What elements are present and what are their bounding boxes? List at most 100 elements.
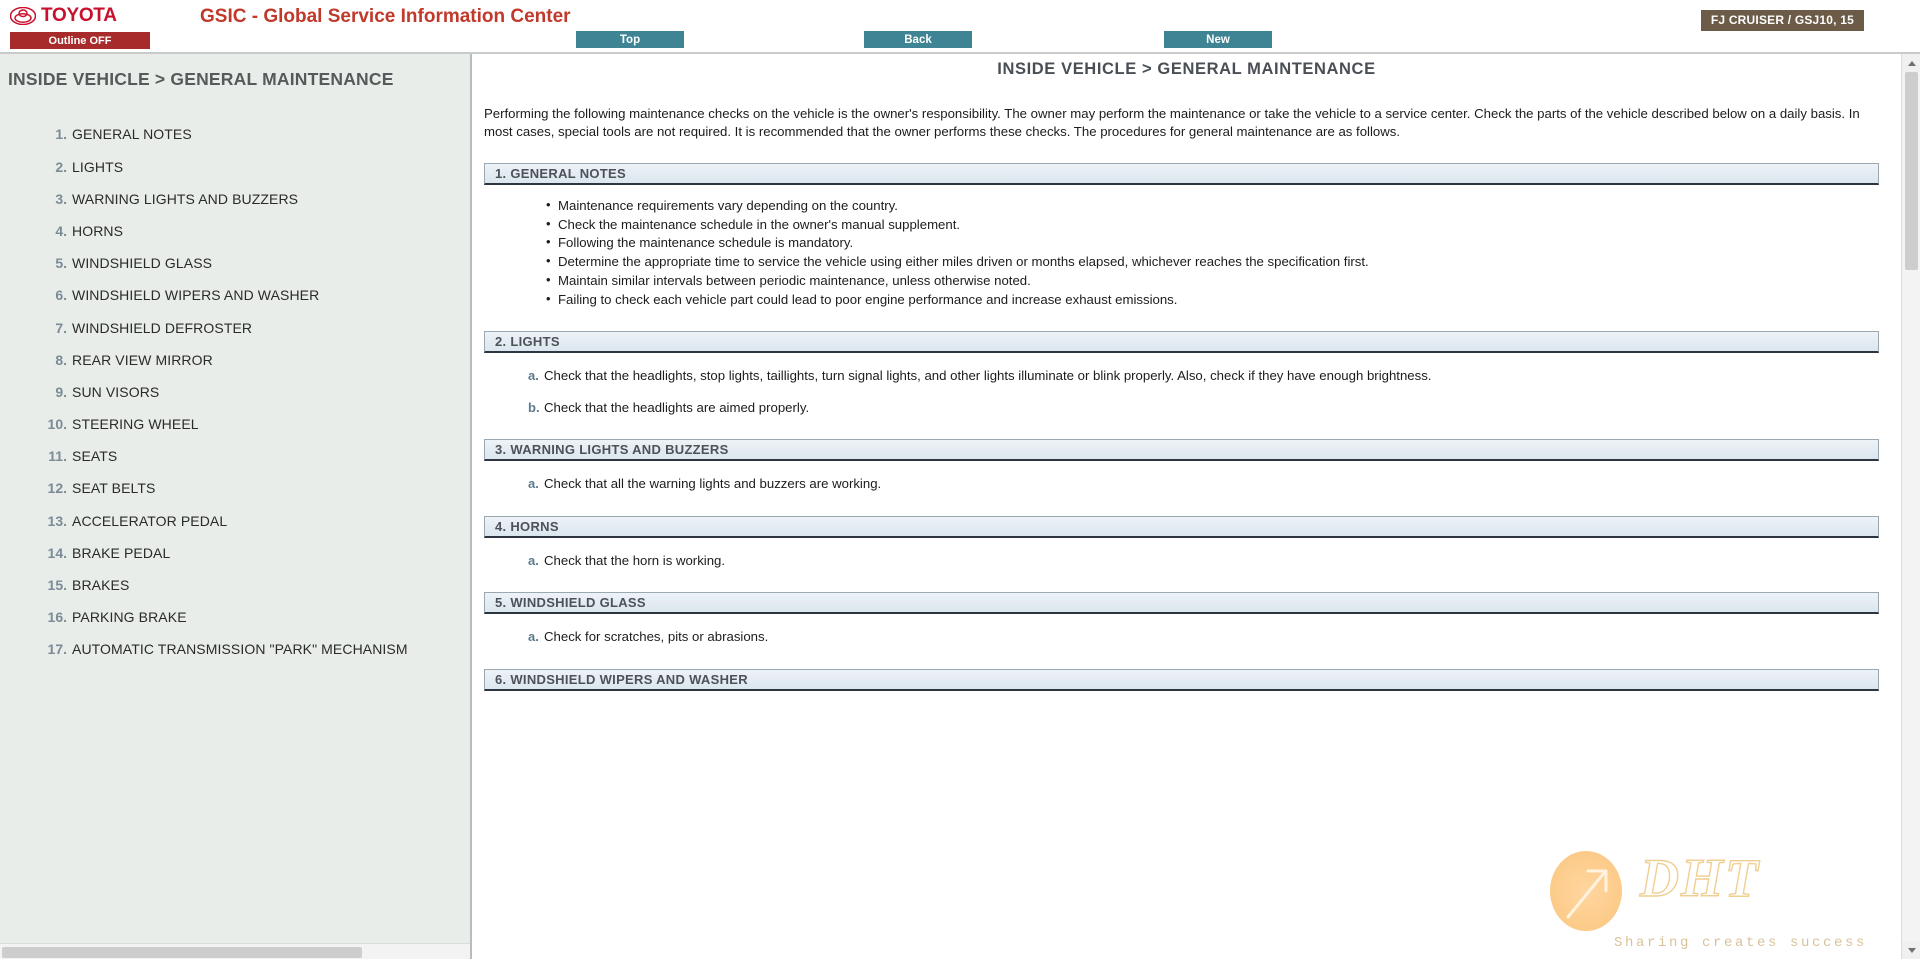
intro-paragraph: Performing the following maintenance che… xyxy=(484,106,1860,139)
lettered-item-marker: b. xyxy=(528,399,540,415)
lettered-item-text: Check that all the warning lights and bu… xyxy=(544,476,882,492)
content-section: 2. LIGHTS a. Check that the headlights, st… xyxy=(472,331,1901,417)
sidebar-item-lights[interactable]: 2. LIGHTS xyxy=(0,159,470,175)
sidebar-item-sun-visors[interactable]: 9. SUN VISORS xyxy=(0,384,470,400)
bullet-item: Maintenance requirements vary depending … xyxy=(546,196,1901,216)
sidebar-item-number: 4. xyxy=(55,222,67,239)
sidebar-item-number: 7. xyxy=(55,319,67,336)
nav-new-button[interactable]: New xyxy=(1164,31,1272,48)
main-body: INSIDE VEHICLE > GENERAL MAINTENANCE 1. G… xyxy=(0,54,1920,959)
bullet-item: Check the maintenance schedule in the ow… xyxy=(546,215,1901,235)
sidebar-item-number: 16. xyxy=(47,609,67,626)
lettered-item: a. Check that all the warning lights and … xyxy=(472,475,1873,493)
sidebar-item-number: 10. xyxy=(47,416,67,433)
lettered-item: b. Check that the headlights are aimed pr… xyxy=(472,399,1873,417)
lettered-item-text: Check that the horn is working. xyxy=(544,552,726,568)
sidebar-item-number: 3. xyxy=(55,190,67,207)
vehicle-model-badge: FJ CRUISER / GSJ10, 15 xyxy=(1700,10,1864,31)
sections-container: 1. GENERAL NOTES Maintenance requirements… xyxy=(472,162,1901,715)
sidebar-item-label: SEAT BELTS xyxy=(72,480,156,497)
sidebar-item-number: 5. xyxy=(55,255,67,272)
sidebar-item-label: WINDSHIELD WIPERS AND WASHER xyxy=(72,287,320,304)
sidebar-item-number: 15. xyxy=(47,577,67,594)
sidebar-item-label: WARNING LIGHTS AND BUZZERS xyxy=(72,190,299,207)
lettered-list: a. Check that all the warning lights and … xyxy=(472,475,1901,493)
lettered-item-marker: a. xyxy=(528,476,539,492)
sidebar-item-parking-brake[interactable]: 16. PARKING BRAKE xyxy=(0,609,470,625)
bullet-item: Maintain similar intervals between perio… xyxy=(546,271,1901,291)
content-section: 6. WINDSHIELD WIPERS AND WASHER xyxy=(472,668,1901,715)
sidebar-item-windshield-defroster[interactable]: 7. WINDSHIELD DEFROSTER xyxy=(0,320,470,336)
content-vscroll-thumb[interactable] xyxy=(1905,72,1918,270)
sidebar-item-label: REAR VIEW MIRROR xyxy=(72,351,213,368)
scroll-down-arrow-icon[interactable] xyxy=(1902,941,1920,959)
nav-back-button[interactable]: Back xyxy=(864,31,972,48)
section-heading: 3. WARNING LIGHTS AND BUZZERS xyxy=(484,439,1879,462)
section-heading: 1. GENERAL NOTES xyxy=(484,162,1879,185)
lettered-item-text: Check that the headlights, stop lights, … xyxy=(544,368,1432,384)
bullet-list: Maintenance requirements vary depending … xyxy=(472,196,1901,310)
sidebar-item-number: 6. xyxy=(55,287,67,304)
app-header: TOYOTA Outline OFF GSIC - Global Service… xyxy=(0,0,1920,54)
scroll-up-arrow-icon[interactable] xyxy=(1902,54,1920,72)
sidebar-item-brake-pedal[interactable]: 14. BRAKE PEDAL xyxy=(0,545,470,561)
section-heading: 6. WINDSHIELD WIPERS AND WASHER xyxy=(484,668,1879,691)
sidebar-hscroll-thumb[interactable] xyxy=(2,947,362,958)
page-title: GSIC - Global Service Information Center xyxy=(200,6,571,27)
sidebar-item-warning-lights-and-buzzers[interactable]: 3. WARNING LIGHTS AND BUZZERS xyxy=(0,191,470,207)
bullet-item: Following the maintenance schedule is ma… xyxy=(546,233,1901,253)
sidebar-item-number: 17. xyxy=(47,641,67,658)
sidebar-item-seat-belts[interactable]: 12. SEAT BELTS xyxy=(0,480,470,496)
sidebar-item-label: ACCELERATOR PEDAL xyxy=(72,512,228,529)
sidebar-item-label: BRAKES xyxy=(72,577,130,594)
sidebar-item-label: AUTOMATIC TRANSMISSION "PARK" MECHANISM xyxy=(72,641,408,658)
content-section: 5. WINDSHIELD GLASS a. Check for scratches… xyxy=(472,592,1901,646)
sidebar-item-number: 9. xyxy=(55,383,67,400)
content-section: 4. HORNS a. Check that the horn is working… xyxy=(472,515,1901,570)
sidebar-item-seats[interactable]: 11. SEATS xyxy=(0,448,470,464)
sidebar-item-label: STEERING WHEEL xyxy=(72,416,199,433)
section-heading: 4. HORNS xyxy=(484,515,1879,538)
section-heading: 5. WINDSHIELD GLASS xyxy=(484,592,1879,615)
sidebar-item-number: 1. xyxy=(55,126,67,143)
bullet-item: Determine the appropriate time to servic… xyxy=(546,252,1901,272)
sidebar-item-automatic-transmission-park-mechanism[interactable]: 17. AUTOMATIC TRANSMISSION "PARK" MECHANI… xyxy=(0,641,470,657)
lettered-list: a. Check for scratches, pits or abrasions… xyxy=(472,628,1901,646)
sidebar-item-label: HORNS xyxy=(72,222,124,239)
toyota-emblem-icon xyxy=(10,7,36,25)
section-heading: 2. LIGHTS xyxy=(484,331,1879,354)
content-section: 1. GENERAL NOTES Maintenance requirements… xyxy=(472,162,1901,310)
sidebar-item-windshield-wipers-and-washer[interactable]: 6. WINDSHIELD WIPERS AND WASHER xyxy=(0,287,470,303)
sidebar-item-horns[interactable]: 4. HORNS xyxy=(0,223,470,239)
sidebar-item-brakes[interactable]: 15. BRAKES xyxy=(0,577,470,593)
sidebar-item-number: 2. xyxy=(55,158,67,175)
sidebar-item-number: 12. xyxy=(47,480,67,497)
content-vertical-scrollbar[interactable] xyxy=(1901,54,1920,959)
lettered-list: a. Check that the horn is working. xyxy=(472,552,1901,570)
sidebar-item-label: WINDSHIELD DEFROSTER xyxy=(72,319,253,336)
sidebar-item-label: PARKING BRAKE xyxy=(72,609,187,626)
sidebar-item-label: WINDSHIELD GLASS xyxy=(72,255,213,272)
bullet-item: Failing to check each vehicle part could… xyxy=(546,290,1901,310)
sidebar-item-windshield-glass[interactable]: 5. WINDSHIELD GLASS xyxy=(0,255,470,271)
lettered-item-marker: a. xyxy=(528,629,539,645)
lettered-item-text: Check that the headlights are aimed prop… xyxy=(544,399,810,415)
sidebar-horizontal-scrollbar[interactable] xyxy=(0,943,470,959)
sidebar-item-number: 14. xyxy=(47,544,67,561)
document-body: INSIDE VEHICLE > GENERAL MAINTENANCE Per… xyxy=(472,54,1901,959)
sidebar-item-steering-wheel[interactable]: 10. STEERING WHEEL xyxy=(0,416,470,432)
lettered-item-marker: a. xyxy=(528,368,539,384)
table-of-contents: 1. GENERAL NOTES 2. LIGHTS 3. WARNING LIGHTS … xyxy=(0,126,470,657)
lettered-item: a. Check that the horn is working. xyxy=(472,552,1873,570)
sidebar-item-general-notes[interactable]: 1. GENERAL NOTES xyxy=(0,126,470,142)
sidebar-item-accelerator-pedal[interactable]: 13. ACCELERATOR PEDAL xyxy=(0,513,470,529)
sidebar-item-rear-view-mirror[interactable]: 8. REAR VIEW MIRROR xyxy=(0,352,470,368)
outline-toggle-button[interactable]: Outline OFF xyxy=(10,32,150,49)
nav-top-button[interactable]: Top xyxy=(576,31,684,48)
sidebar-item-label: LIGHTS xyxy=(72,158,124,175)
sidebar-navigation: INSIDE VEHICLE > GENERAL MAINTENANCE 1. G… xyxy=(0,54,472,959)
sidebar-item-number: 8. xyxy=(55,351,67,368)
content-pane: INSIDE VEHICLE > GENERAL MAINTENANCE Per… xyxy=(472,54,1920,959)
document-heading: INSIDE VEHICLE > GENERAL MAINTENANCE xyxy=(997,60,1376,78)
